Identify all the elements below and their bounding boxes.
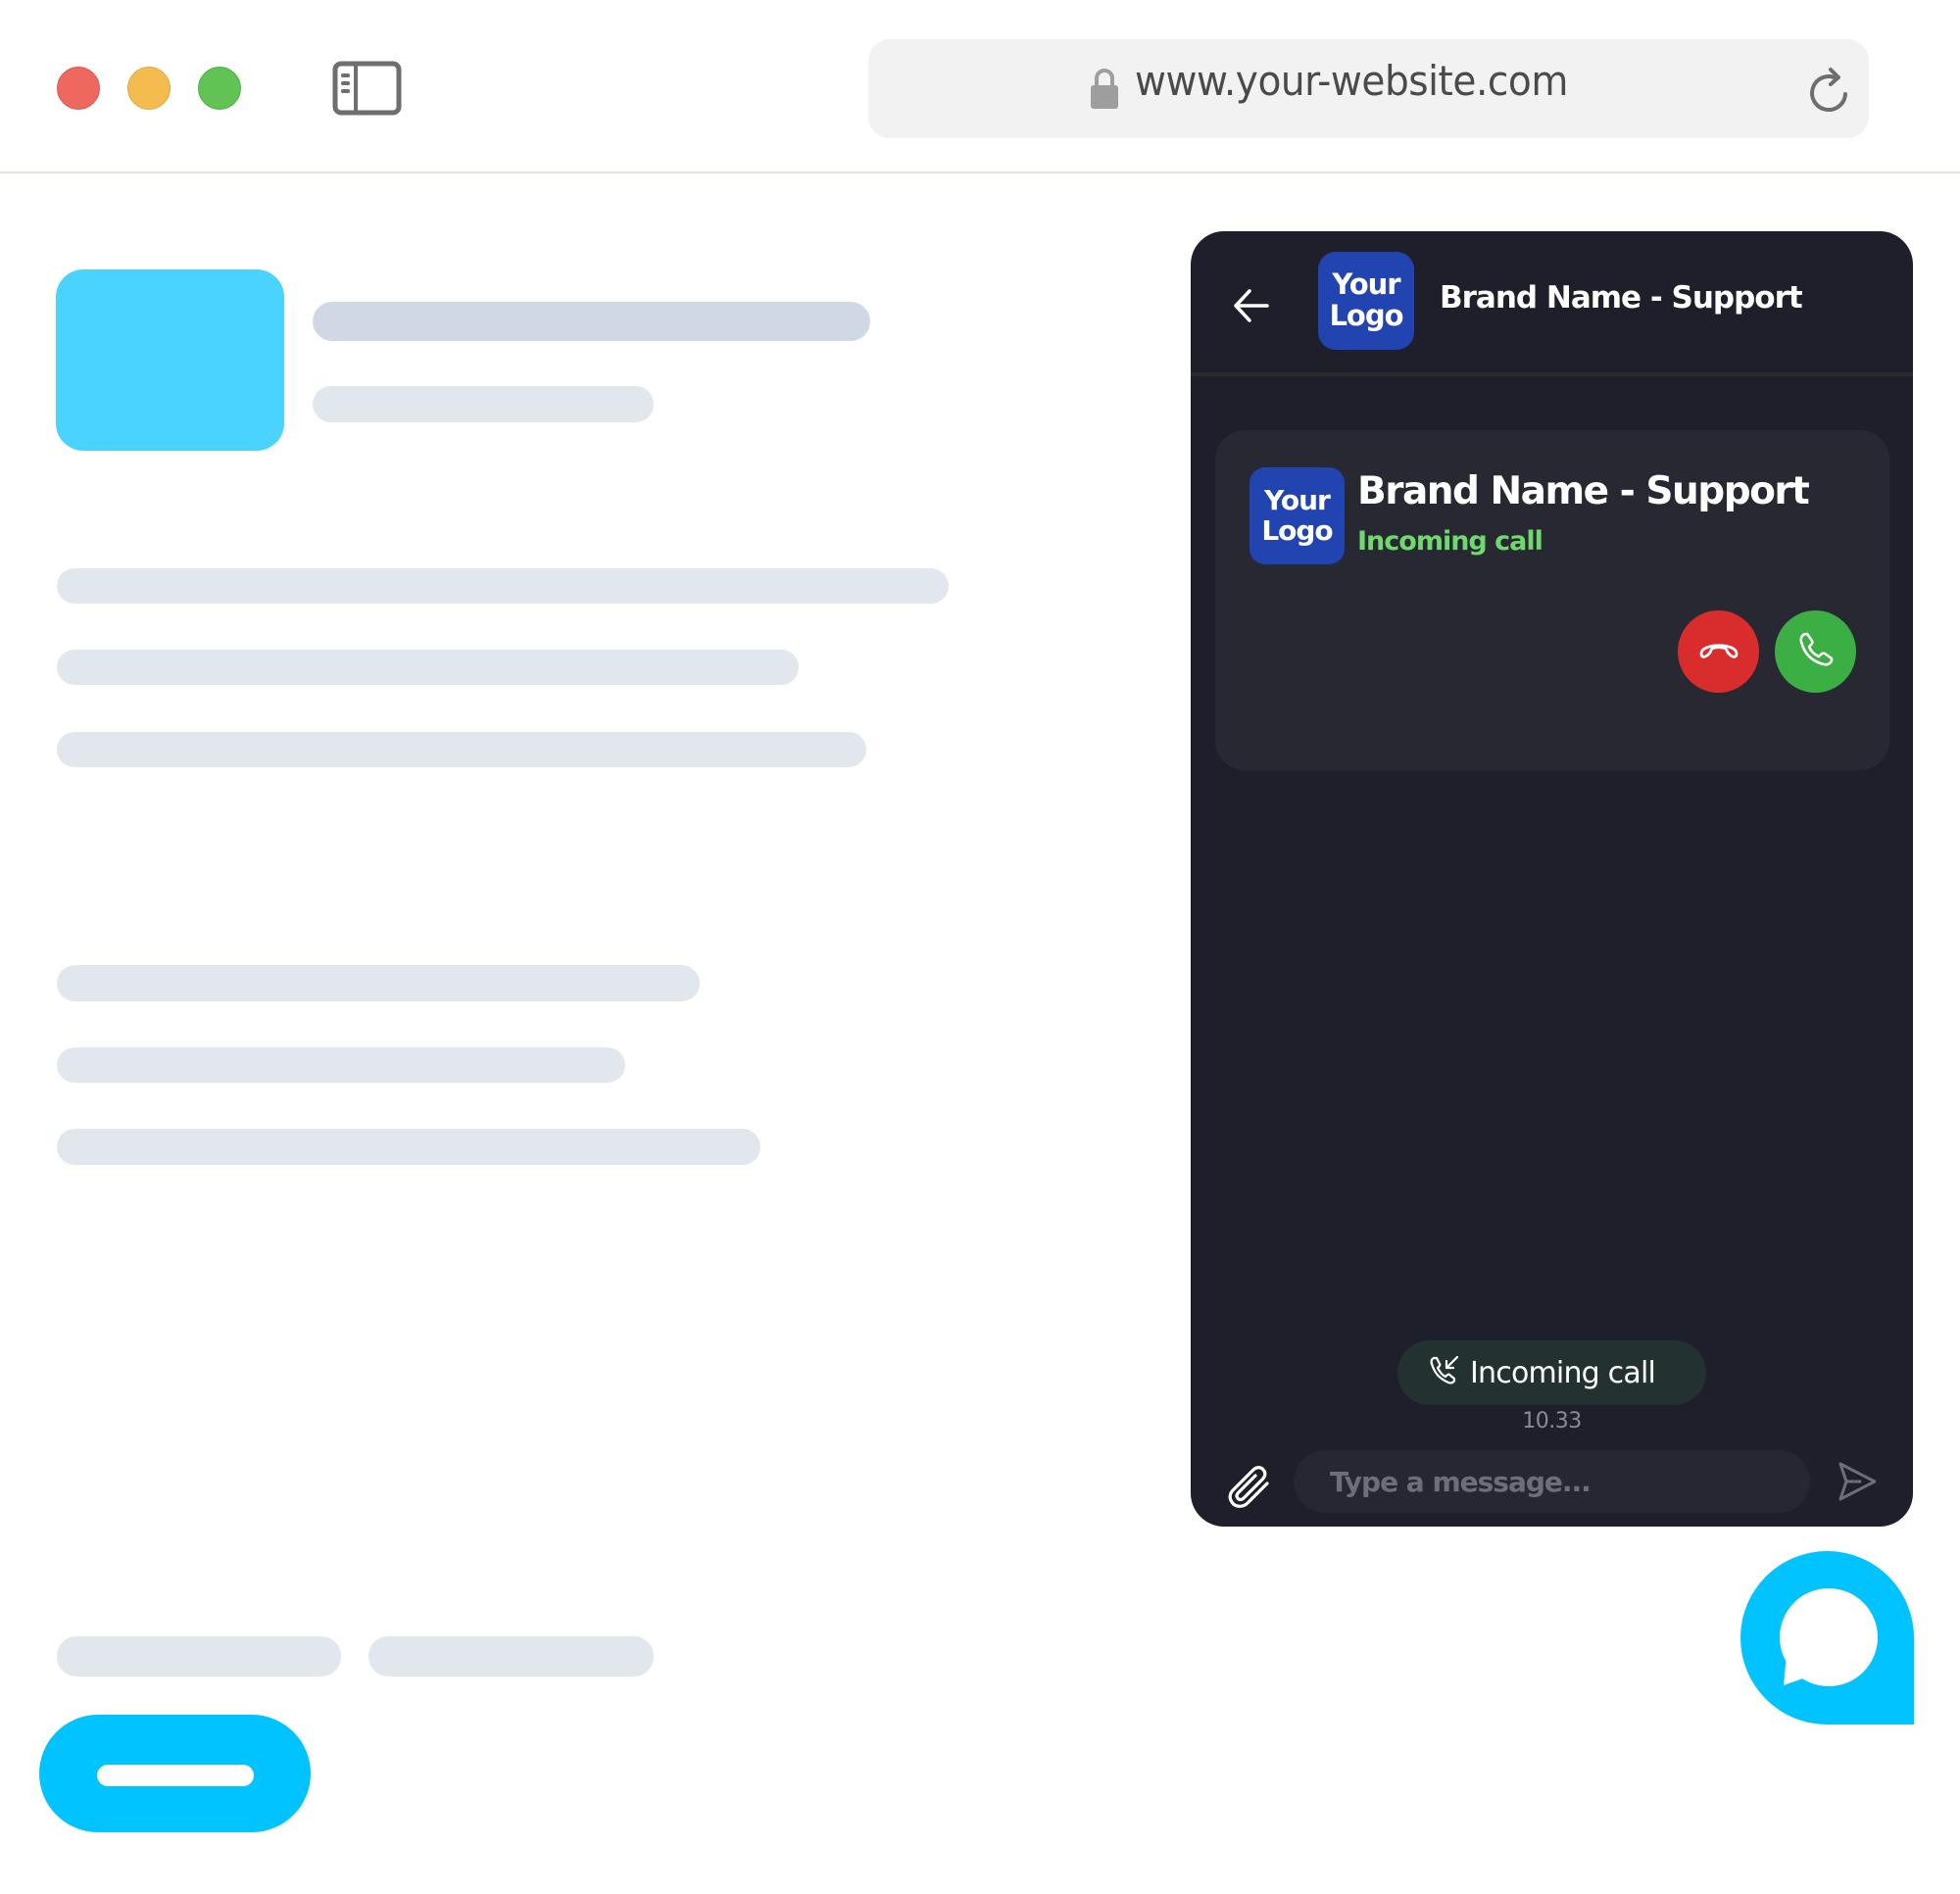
- logo-line: Logo: [1261, 513, 1333, 547]
- sidebar-toggle-icon[interactable]: [332, 61, 402, 116]
- text-line-placeholder: [57, 650, 799, 685]
- paperclip-icon[interactable]: [1226, 1462, 1275, 1511]
- chat-bubble-icon: [1740, 1551, 1914, 1728]
- send-icon[interactable]: [1837, 1460, 1878, 1503]
- message-input[interactable]: [1294, 1450, 1810, 1513]
- reload-icon[interactable]: [1805, 65, 1852, 116]
- subtitle-placeholder: [313, 386, 654, 422]
- brand-logo: Your Logo: [1318, 252, 1414, 350]
- text-line-placeholder: [57, 1047, 625, 1083]
- chat-header-title: Brand Name - Support: [1440, 280, 1803, 316]
- arrow-left-icon[interactable]: [1232, 286, 1271, 325]
- tag-placeholder: [368, 1636, 654, 1676]
- phone-hangup-icon: [1697, 639, 1740, 665]
- text-line-placeholder: [57, 732, 866, 767]
- url-text[interactable]: www.your-website.com: [1135, 57, 1568, 105]
- call-status: Incoming call: [1357, 526, 1544, 557]
- tag-placeholder: [57, 1636, 341, 1676]
- toolbar-divider: [0, 171, 1960, 173]
- window-close-button[interactable]: [57, 67, 100, 110]
- lock-icon: [1090, 67, 1119, 110]
- accept-call-button[interactable]: [1775, 610, 1856, 693]
- text-line-placeholder: [57, 568, 949, 604]
- logo-line: Your: [1264, 483, 1331, 516]
- call-event-time: 10.33: [1522, 1409, 1582, 1433]
- title-placeholder: [313, 302, 870, 341]
- text-line-placeholder: [57, 965, 700, 1001]
- chat-launcher-button[interactable]: [1740, 1551, 1914, 1724]
- decline-call-button[interactable]: [1678, 610, 1759, 693]
- chat-panel: Your Logo Brand Name - Support Your Logo…: [1191, 231, 1913, 1527]
- header-divider: [1191, 372, 1913, 376]
- call-event-pill: Incoming call: [1397, 1340, 1706, 1405]
- window-maximize-button[interactable]: [198, 67, 241, 110]
- cta-button[interactable]: [39, 1715, 311, 1832]
- text-line-placeholder: [57, 1129, 760, 1165]
- cta-label-placeholder: [97, 1765, 254, 1786]
- caller-logo: Your Logo: [1250, 467, 1345, 564]
- incoming-call-icon: [1429, 1354, 1460, 1392]
- caller-name: Brand Name - Support: [1357, 469, 1810, 513]
- window-minimize-button[interactable]: [127, 67, 171, 110]
- incoming-call-card: Your Logo Brand Name - Support Incoming …: [1215, 430, 1889, 770]
- logo-line: Logo: [1329, 299, 1403, 332]
- call-event-label: Incoming call: [1470, 1355, 1656, 1390]
- hero-image-placeholder: [56, 269, 284, 451]
- phone-icon: [1796, 630, 1836, 674]
- logo-line: Your: [1332, 267, 1400, 302]
